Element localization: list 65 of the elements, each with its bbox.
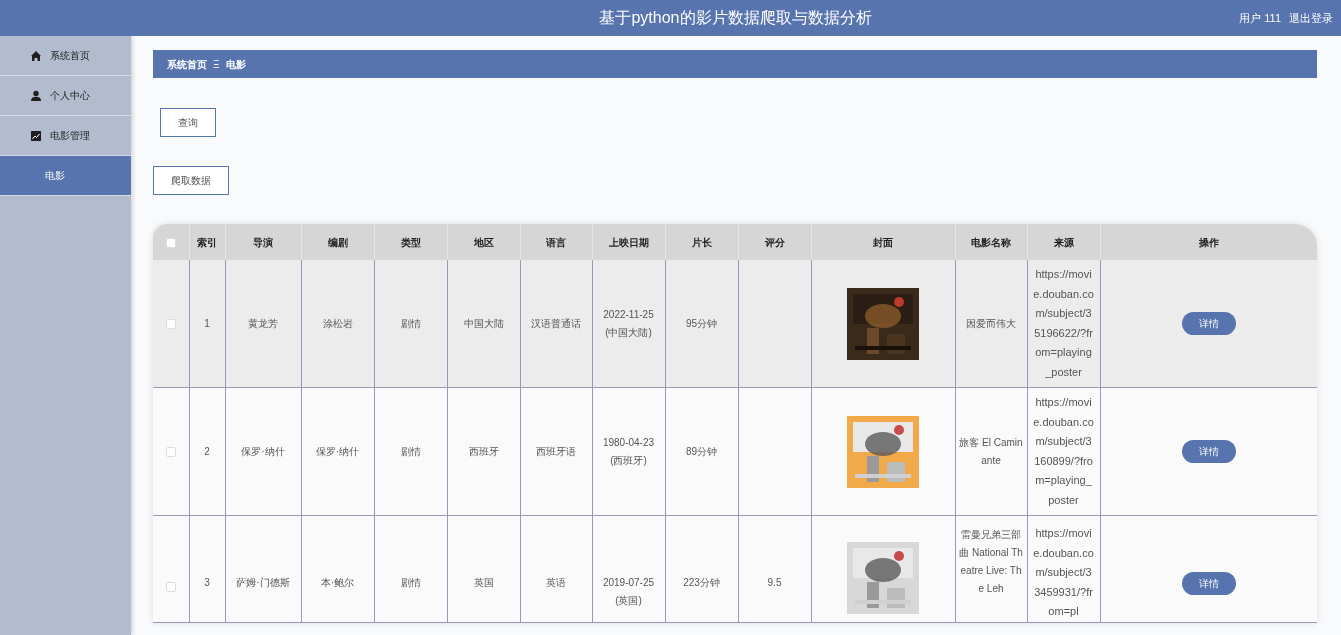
- breadcrumb-item[interactable]: 系统首页: [167, 56, 207, 72]
- column-header: 编剧: [327, 236, 348, 248]
- table-cell: 剧情: [400, 445, 421, 457]
- table-cell: 汉语普通话: [531, 317, 581, 329]
- table-cell: 1: [204, 317, 210, 329]
- checkbox[interactable]: [165, 582, 176, 593]
- breadcrumb-separator: Ξ: [213, 57, 220, 72]
- table-cell: 西班牙: [468, 445, 499, 457]
- column-header: 片长: [691, 236, 712, 248]
- table-cell: 中国大陆: [463, 317, 504, 329]
- details-button[interactable]: 详情: [1181, 440, 1236, 463]
- table-cell: https://movie.douban.com/subject/35196622/?from=playing_poster: [1033, 268, 1094, 378]
- breadcrumb-item[interactable]: 电影: [225, 56, 246, 72]
- user-label: 用户 111: [1239, 10, 1281, 26]
- app-title: 基于python的影片数据爬取与数据分析: [599, 9, 872, 26]
- column-header: 索引: [197, 236, 217, 248]
- table-cell: 西班牙语: [536, 445, 576, 457]
- table-cell: 223分钟: [683, 577, 720, 588]
- column-header: 评分: [764, 236, 785, 248]
- table-cell: https://movie.douban.com/subject/33459931/?from=pl: [1033, 527, 1094, 617]
- column-header: 封面: [873, 236, 893, 248]
- chart-icon: [30, 129, 42, 142]
- table-cell: https://movie.douban.com/subject/3160899/?from=playing_poster: [1033, 396, 1094, 506]
- table-cell: 旅客 El Caminante: [959, 436, 1023, 466]
- crawl-data-button[interactable]: 爬取数据: [153, 166, 229, 195]
- checkbox[interactable]: [165, 318, 176, 329]
- logout-link[interactable]: 退出登录: [1289, 9, 1333, 27]
- table-cell: 89分钟: [685, 445, 718, 457]
- column-header: 导演: [253, 236, 273, 248]
- table-cell: 保罗·纳什: [315, 445, 360, 457]
- table-cell: 95分钟: [685, 317, 718, 329]
- table-cell: 2019-07-25 (英国): [602, 577, 655, 606]
- column-header: 来源: [1053, 236, 1074, 248]
- details-button[interactable]: 详情: [1181, 312, 1236, 335]
- table-cell: 2022-11-25 (中国大陆): [603, 308, 654, 338]
- table-cell: 3: [204, 577, 210, 588]
- query-button[interactable]: 查询: [160, 108, 216, 137]
- table-cell: 涂松岩: [322, 317, 353, 329]
- table-cell: 英国: [473, 577, 494, 588]
- table-cell: 剧情: [400, 577, 421, 588]
- home-icon: [30, 49, 42, 62]
- table-cell: 1980-04-23 (西班牙): [602, 436, 655, 466]
- table-cell: 因爱而伟大: [966, 317, 1016, 329]
- user-icon: [30, 89, 42, 102]
- column-header: 操作: [1198, 236, 1219, 248]
- details-button[interactable]: 详情: [1181, 572, 1236, 595]
- table-cell: 雷曼兄弟三部曲 National Theatre Live: The Leh: [959, 529, 1023, 594]
- column-header: 电影名称: [971, 236, 1011, 248]
- checkbox[interactable]: [165, 237, 176, 248]
- sidebar-item[interactable]: 电影: [0, 156, 131, 196]
- table-cell: 剧情: [400, 317, 421, 329]
- table-cell: 保罗·纳什: [241, 445, 285, 457]
- table-cell: 萨姆·门德斯: [236, 577, 290, 588]
- column-header: 类型: [400, 236, 421, 248]
- column-header: 地区: [473, 236, 494, 248]
- table-cell: 本·鲍尔: [320, 577, 355, 588]
- column-header: 上映日期: [608, 236, 649, 248]
- sidebar-item[interactable]: 系统首页: [0, 36, 131, 76]
- table-cell: 英语: [546, 577, 566, 588]
- table-cell: 2: [204, 445, 210, 457]
- table-cell: 黄龙芳: [248, 317, 278, 329]
- checkbox[interactable]: [165, 446, 176, 457]
- column-header: 语言: [546, 236, 566, 248]
- table-cell: 9.5: [767, 577, 782, 588]
- sidebar-item[interactable]: 个人中心: [0, 76, 131, 116]
